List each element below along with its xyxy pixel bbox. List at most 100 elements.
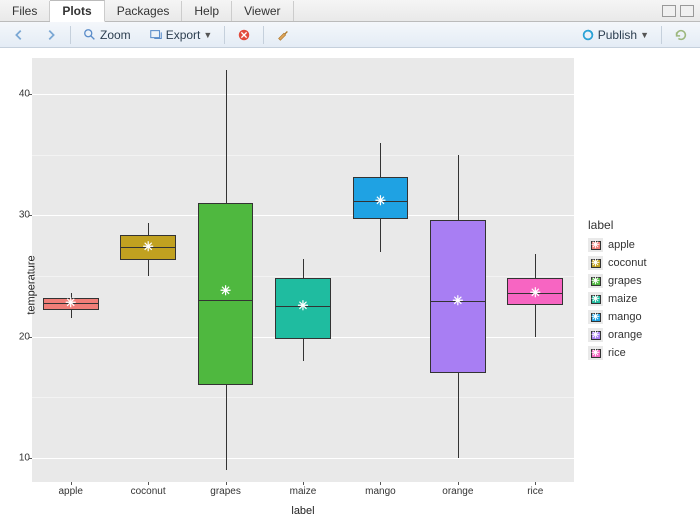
x-axis-label: label [32,505,574,517]
legend-item: ✳ mango [588,308,647,326]
whisker-upper [535,254,536,278]
whisker-upper [148,223,149,235]
legend-label: mango [608,311,642,323]
whisker-lower [380,219,381,252]
legend-star-icon: ✳ [591,330,599,341]
median-line [198,300,254,301]
whisker-lower [303,339,304,361]
legend-key: ✳ [588,238,603,252]
back-button[interactable] [6,25,32,45]
legend: label ✳apple✳coconut✳grapes✳maize✳mango✳… [588,218,647,362]
x-tick-label: orange [442,486,473,497]
zoom-label: Zoom [100,28,131,42]
legend-star-icon: ✳ [591,348,599,359]
publish-label: Publish [598,28,637,42]
whisker-upper [226,70,227,203]
zoom-button[interactable]: Zoom [77,25,137,45]
zoom-icon [83,28,97,42]
legend-label: maize [608,293,637,305]
forward-button[interactable] [38,25,64,45]
gridline-minor [32,397,574,398]
y-tick-mark [29,215,32,216]
whisker-lower [71,310,72,318]
x-tick-mark [303,482,304,485]
x-tick-label: grapes [210,486,241,497]
x-tick-mark [148,482,149,485]
gridline [32,94,574,95]
legend-star-icon: ✳ [591,258,599,269]
y-tick-mark [29,337,32,338]
mean-point: ✳ [65,295,76,311]
x-tick-mark [380,482,381,485]
x-tick-label: mango [365,486,396,497]
legend-key: ✳ [588,292,603,306]
x-tick-label: rice [527,486,543,497]
mean-point: ✳ [375,193,386,209]
chevron-down-icon: ▼ [203,30,212,40]
clear-plots-button[interactable] [270,25,296,45]
y-tick-label: 40 [10,89,30,100]
whisker-upper [458,155,459,220]
y-tick-mark [29,458,32,459]
mean-point: ✳ [143,239,154,255]
legend-item: ✳ maize [588,290,647,308]
legend-key: ✳ [588,328,603,342]
arrow-left-icon [12,28,26,42]
refresh-button[interactable] [668,25,694,45]
export-label: Export [166,28,201,42]
y-tick-label: 10 [10,452,30,463]
legend-key: ✳ [588,310,603,324]
export-button[interactable]: Export ▼ [143,25,219,45]
mean-point: ✳ [220,283,231,299]
legend-item: ✳ rice [588,344,647,362]
y-tick-label: 30 [10,210,30,221]
publish-icon [581,28,595,42]
legend-key: ✳ [588,346,603,360]
tab-files[interactable]: Files [0,1,50,21]
x-tick-label: maize [290,486,317,497]
legend-star-icon: ✳ [591,294,599,305]
whisker-lower [535,305,536,336]
whisker-lower [148,260,149,276]
legend-label: grapes [608,275,642,287]
legend-label: rice [608,347,626,359]
remove-plot-button[interactable] [231,25,257,45]
legend-label: apple [608,239,635,251]
tab-viewer[interactable]: Viewer [232,1,293,21]
plot-area: temperature label label ✳apple✳coconut✳g… [0,48,700,521]
legend-item: ✳coconut [588,254,647,272]
legend-title: label [588,218,647,232]
legend-item: ✳grapes [588,272,647,290]
whisker-upper [303,259,304,278]
export-icon [149,28,163,42]
legend-label: orange [608,329,642,341]
x-tick-label: coconut [131,486,166,497]
mean-point: ✳ [530,285,541,301]
legend-star-icon: ✳ [591,312,599,323]
x-tick-label: apple [58,486,82,497]
y-tick-label: 20 [10,331,30,342]
x-tick-mark [71,482,72,485]
gridline [32,215,574,216]
broom-icon [276,28,290,42]
legend-item: ✳ apple [588,236,647,254]
x-tick-mark [226,482,227,485]
legend-item: ✳ orange [588,326,647,344]
mean-point: ✳ [452,293,463,309]
gridline [32,458,574,459]
legend-key: ✳ [588,256,603,270]
tab-plots[interactable]: Plots [50,0,104,22]
close-icon [237,28,251,42]
x-tick-mark [535,482,536,485]
minimize-button[interactable] [662,5,676,17]
tab-bar: Files Plots Packages Help Viewer [0,0,700,22]
y-axis-label: temperature [26,255,38,314]
x-tick-mark [458,482,459,485]
maximize-button[interactable] [680,5,694,17]
legend-star-icon: ✳ [591,240,599,251]
tab-packages[interactable]: Packages [105,1,183,21]
tab-help[interactable]: Help [182,1,232,21]
publish-button[interactable]: Publish ▼ [575,25,655,45]
refresh-icon [674,28,688,42]
whisker-upper [380,143,381,177]
